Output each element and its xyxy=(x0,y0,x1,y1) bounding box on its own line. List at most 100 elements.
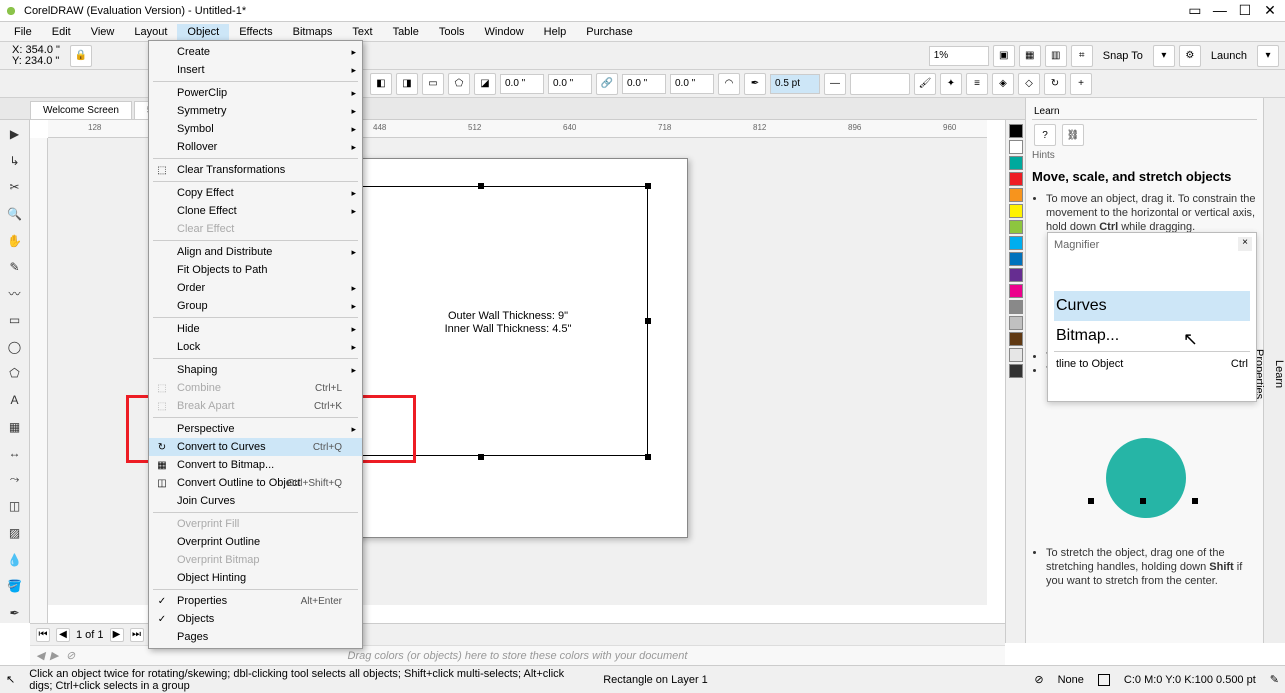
guides-icon[interactable]: ▥ xyxy=(1045,45,1067,67)
menu-purchase[interactable]: Purchase xyxy=(576,24,642,40)
dock-tab-learn[interactable]: Learn xyxy=(1273,360,1285,388)
menu-item-lock[interactable]: Lock▸ xyxy=(149,338,362,356)
color-swatch[interactable] xyxy=(1009,332,1023,346)
launch-label[interactable]: Launch xyxy=(1205,50,1253,62)
menu-item-clone-effect[interactable]: Clone Effect▸ xyxy=(149,202,362,220)
artistic-media-icon[interactable]: 〰 xyxy=(4,283,26,304)
chevron-down-icon[interactable]: ▾ xyxy=(1153,45,1175,67)
color-swatch[interactable] xyxy=(1009,124,1023,138)
menu-item-overprint-outline[interactable]: Overprint Outline xyxy=(149,533,362,551)
transparency-tool-icon[interactable]: ▨ xyxy=(4,523,26,544)
rect-tool-icon[interactable]: ▭ xyxy=(422,73,444,95)
handle-bottom-mid[interactable] xyxy=(478,454,484,460)
outline-swatch-icon[interactable] xyxy=(1098,674,1110,686)
menu-item-join-curves[interactable]: Join Curves xyxy=(149,492,362,510)
close-icon[interactable]: ✕ xyxy=(1259,2,1281,19)
corner-in-4[interactable] xyxy=(670,74,714,94)
color-swatch[interactable] xyxy=(1009,172,1023,186)
connector-tool-icon[interactable]: ⤳ xyxy=(4,470,26,491)
pen-icon[interactable]: ✒ xyxy=(744,73,766,95)
minimize-icon[interactable]: — xyxy=(1209,2,1231,18)
menu-item-convert-to-bitmap-[interactable]: ▦Convert to Bitmap... xyxy=(149,456,362,474)
snap-label[interactable]: Snap To xyxy=(1097,50,1149,62)
order-back-icon[interactable]: ◇ xyxy=(1018,73,1040,95)
menu-item-copy-effect[interactable]: Copy Effect▸ xyxy=(149,184,362,202)
menu-table[interactable]: Table xyxy=(383,24,429,40)
corner-in-3[interactable] xyxy=(622,74,666,94)
zoom-tool-icon[interactable]: 🔍 xyxy=(4,204,26,225)
pan-tool-icon[interactable]: ✋ xyxy=(4,230,26,251)
color-swatch[interactable] xyxy=(1009,236,1023,250)
hints-link-icon[interactable]: ⛓ xyxy=(1062,124,1084,146)
convert-icon[interactable]: ↻ xyxy=(1044,73,1066,95)
color-swatch[interactable] xyxy=(1009,348,1023,362)
menu-item-order[interactable]: Order▸ xyxy=(149,279,362,297)
menu-layout[interactable]: Layout xyxy=(124,24,177,40)
zoom-input[interactable] xyxy=(929,46,989,66)
color-swatch[interactable] xyxy=(1009,204,1023,218)
handle-right-mid[interactable] xyxy=(645,318,651,324)
menu-edit[interactable]: Edit xyxy=(42,24,81,40)
menu-item-pages[interactable]: Pages xyxy=(149,628,362,646)
menu-item-object-hinting[interactable]: Object Hinting xyxy=(149,569,362,587)
color-swatch[interactable] xyxy=(1009,252,1023,266)
rectangle-tool-icon[interactable]: ▭ xyxy=(4,310,26,331)
zoom-fit-icon[interactable]: ▣ xyxy=(993,45,1015,67)
freehand-tool-icon[interactable]: ✎ xyxy=(4,257,26,278)
line-preview[interactable] xyxy=(850,73,910,95)
color-swatch[interactable] xyxy=(1009,268,1023,282)
menu-item-powerclip[interactable]: PowerClip▸ xyxy=(149,84,362,102)
prop-icon-2[interactable]: ◨ xyxy=(396,73,418,95)
menu-text[interactable]: Text xyxy=(342,24,382,40)
text-wrap-icon[interactable]: ≡ xyxy=(966,73,988,95)
eyedropper-tool-icon[interactable]: 💧 xyxy=(4,549,26,570)
table-tool-icon[interactable]: ▦ xyxy=(4,416,26,437)
menu-item-create[interactable]: Create▸ xyxy=(149,43,362,61)
menu-item-rollover[interactable]: Rollover▸ xyxy=(149,138,362,156)
pick-tool-icon[interactable]: ▶ xyxy=(4,124,26,145)
fill-none-icon[interactable]: ⊘ xyxy=(1034,673,1043,686)
magnifier-row-bitmap[interactable]: Bitmap... xyxy=(1054,321,1250,351)
menu-item-perspective[interactable]: Perspective▸ xyxy=(149,420,362,438)
color-swatch[interactable] xyxy=(1009,300,1023,314)
menu-item-clear-transformations[interactable]: ⬚Clear Transformations xyxy=(149,161,362,179)
launch-chevron-icon[interactable]: ▾ xyxy=(1257,45,1279,67)
handle-bottom-right[interactable] xyxy=(645,454,651,460)
link-corners-icon[interactable]: 🔗 xyxy=(596,73,618,95)
palette-arrow-right-icon[interactable]: ▶ xyxy=(50,649,58,662)
shape-icon[interactable]: ◪ xyxy=(474,73,496,95)
menu-item-fit-objects-to-path[interactable]: Fit Objects to Path xyxy=(149,261,362,279)
edge-icon[interactable]: ◠ xyxy=(718,73,740,95)
toolbar-plus-icon[interactable]: + xyxy=(1070,73,1092,95)
order-front-icon[interactable]: ◈ xyxy=(992,73,1014,95)
page-last-icon[interactable]: ⏭ xyxy=(130,628,144,642)
effects-tool-icon[interactable]: ◫ xyxy=(4,496,26,517)
palette-noswatch-icon[interactable]: ⊘ xyxy=(66,649,75,662)
color-swatch[interactable] xyxy=(1009,140,1023,154)
color-swatch[interactable] xyxy=(1009,188,1023,202)
fill-tool-icon[interactable]: 🪣 xyxy=(4,576,26,597)
color-swatch[interactable] xyxy=(1009,284,1023,298)
palette-arrow-left-icon[interactable]: ◀ xyxy=(36,649,44,662)
polygon-tool-icon[interactable]: ⬠ xyxy=(4,363,26,384)
edit-outline-icon[interactable]: ✎ xyxy=(1270,673,1279,686)
menu-item-symbol[interactable]: Symbol▸ xyxy=(149,120,362,138)
page-next-icon[interactable]: ▶ xyxy=(110,628,124,642)
magnifier-row-outline[interactable]: tline to ObjectCtrl xyxy=(1054,351,1250,376)
menu-item-convert-to-curves[interactable]: ↻Convert to CurvesCtrl+Q xyxy=(149,438,362,456)
menu-window[interactable]: Window xyxy=(475,24,534,40)
menu-bitmaps[interactable]: Bitmaps xyxy=(283,24,343,40)
handle-top-right[interactable] xyxy=(645,183,651,189)
brush-icon[interactable]: 🖌 xyxy=(914,73,936,95)
menu-item-symmetry[interactable]: Symmetry▸ xyxy=(149,102,362,120)
menu-item-shaping[interactable]: Shaping▸ xyxy=(149,361,362,379)
wrap-icon[interactable]: ✦ xyxy=(940,73,962,95)
color-swatch[interactable] xyxy=(1009,156,1023,170)
maximize-icon[interactable]: ☐ xyxy=(1234,2,1256,19)
outline-tool-icon[interactable]: ✒ xyxy=(4,602,26,623)
menu-effects[interactable]: Effects xyxy=(229,24,282,40)
menu-item-align-and-distribute[interactable]: Align and Distribute▸ xyxy=(149,243,362,261)
menu-view[interactable]: View xyxy=(81,24,125,40)
dock-tab-label[interactable]: Learn xyxy=(1032,104,1257,120)
magnifier-row-curves[interactable]: Curves xyxy=(1054,291,1250,321)
